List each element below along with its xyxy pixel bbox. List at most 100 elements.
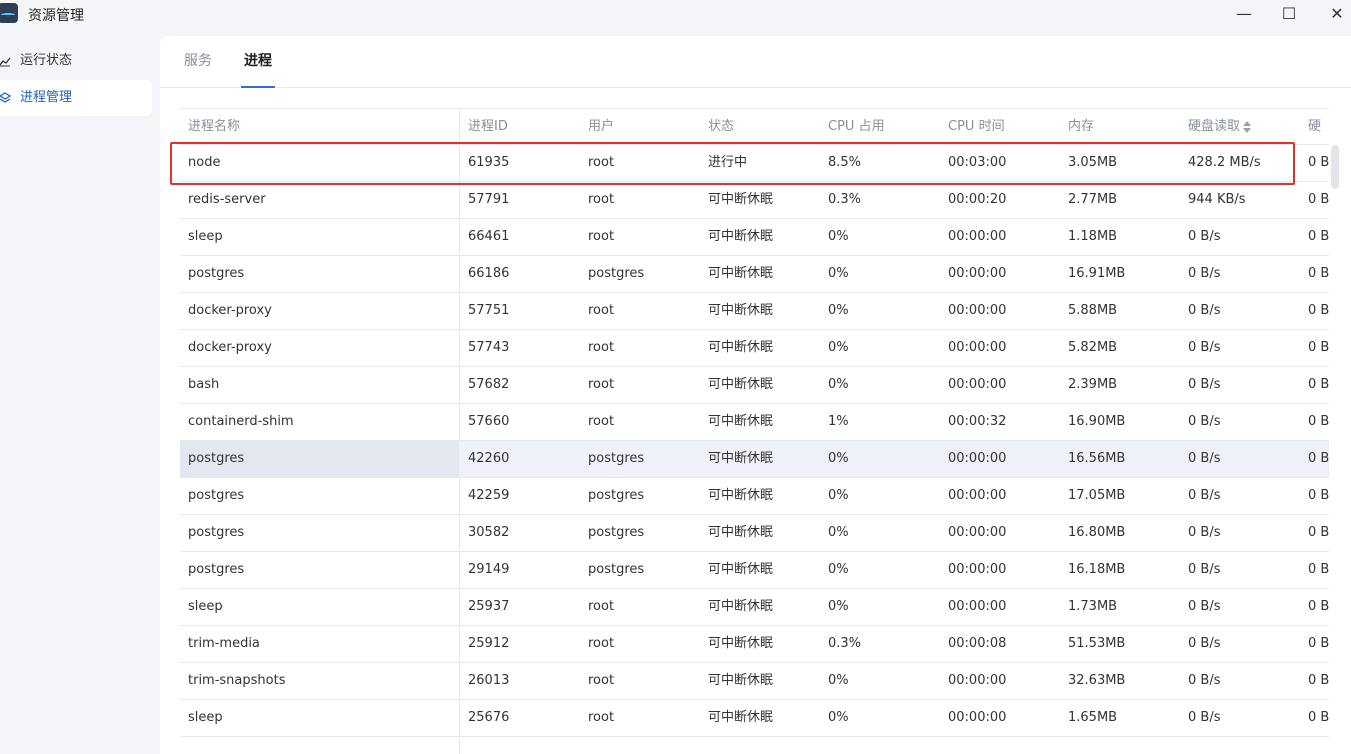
cell-cpu-time: 00:00:00 — [948, 451, 1007, 466]
cell-name: postgres — [188, 562, 245, 577]
cell-cpu-usage: 0% — [828, 562, 849, 577]
table-row[interactable]: postgres 42260 postgres 可中断休眠 0% 00:00:00 16.5… — [180, 441, 1330, 478]
tab-services[interactable]: 服务 — [184, 36, 212, 88]
table-row[interactable]: sleep 66461 root 可中断休眠 0% 00:00:00 1.18MB 0 B/s… — [180, 219, 1330, 256]
cell-state: 可中断休眠 — [708, 229, 774, 244]
column-header-user[interactable]: 用户 — [588, 109, 614, 145]
table-row[interactable]: sleep 25676 root 可中断休眠 0% 00:00:00 1.65MB 0 B/s… — [180, 700, 1330, 737]
cell-name: trim-media — [188, 636, 260, 651]
cell-pid: 25937 — [468, 599, 510, 614]
cell-disk-write: 0 B/ — [1308, 710, 1330, 725]
sidebar-item-status[interactable]: 运行状态 — [0, 43, 152, 79]
app-icon — [0, 3, 18, 23]
scrollbar-track[interactable] — [1329, 108, 1351, 754]
cell-cpu-time: 00:00:00 — [948, 266, 1007, 281]
table-row[interactable]: redis-server 57791 root 可中断休眠 0.3% 00:00:20 2.… — [180, 182, 1330, 219]
cell-disk-write: 0 B/ — [1308, 303, 1330, 318]
cell-pid: 66461 — [468, 229, 510, 244]
cell-memory: 1.73MB — [1068, 599, 1118, 614]
cell-state: 可中断休眠 — [708, 377, 774, 392]
cell-disk-write: 0 B/ — [1308, 636, 1330, 651]
table-row[interactable]: postgres 30582 postgres 可中断休眠 0% 00:00:00 16.8… — [180, 515, 1330, 552]
cell-memory: 5.88MB — [1068, 303, 1118, 318]
minimize-button[interactable]: — — [1230, 2, 1258, 26]
table-row[interactable]: node 61935 root 进行中 8.5% 00:03:00 3.05MB 428.2 … — [180, 145, 1330, 182]
cell-cpu-usage: 0% — [828, 488, 849, 503]
cell-disk-write: 0 B/ — [1308, 340, 1330, 355]
cell-disk-read: 0 B/s — [1188, 340, 1221, 355]
cell-user: postgres — [588, 266, 645, 281]
close-button[interactable]: ✕ — [1323, 2, 1351, 26]
cell-user: root — [588, 414, 615, 429]
column-header-disk-write[interactable]: 硬 — [1308, 109, 1321, 145]
cell-pid: 57743 — [468, 340, 510, 355]
tab-bar: 服务 进程 — [160, 36, 1351, 88]
cell-pid: 26013 — [468, 673, 510, 688]
table-row[interactable]: docker-proxy 57751 root 可中断休眠 0% 00:00:00 5.88… — [180, 293, 1330, 330]
cell-cpu-time: 00:00:00 — [948, 562, 1007, 577]
cell-state: 可中断休眠 — [708, 710, 774, 725]
cell-user: root — [588, 377, 615, 392]
cell-cpu-time: 00:00:08 — [948, 636, 1007, 651]
column-header-memory[interactable]: 内存 — [1068, 109, 1094, 145]
cell-memory: 32.63MB — [1068, 673, 1126, 688]
table-row[interactable]: trim-media 25912 root 可中断休眠 0.3% 00:00:08 51.5… — [180, 626, 1330, 663]
cell-pid: 57751 — [468, 303, 510, 318]
cell-name: sleep — [188, 599, 223, 614]
cell-state: 可中断休眠 — [708, 488, 774, 503]
cell-disk-write: 0 B/ — [1308, 377, 1330, 392]
table-row[interactable]: sleep 25937 root 可中断休眠 0% 00:00:00 1.73MB 0 B/s… — [180, 589, 1330, 626]
cell-disk-read: 0 B/s — [1188, 266, 1221, 281]
cell-name: sleep — [188, 229, 223, 244]
cell-cpu-usage: 0.3% — [828, 192, 862, 207]
maximize-button[interactable]: ☐ — [1275, 2, 1303, 26]
cell-cpu-usage: 0% — [828, 377, 849, 392]
cell-state: 可中断休眠 — [708, 673, 774, 688]
cell-name: bash — [188, 377, 220, 392]
column-header-disk-read[interactable]: 硬盘读取 — [1188, 109, 1252, 145]
column-header-cpu-time[interactable]: CPU 时间 — [948, 109, 1005, 145]
cell-state: 可中断休眠 — [708, 303, 774, 318]
cell-name: sleep — [188, 710, 223, 725]
cell-cpu-time: 00:00:00 — [948, 303, 1007, 318]
cell-user: postgres — [588, 525, 645, 540]
cell-user: root — [588, 229, 615, 244]
layers-icon — [0, 80, 12, 116]
cell-disk-read: 944 KB/s — [1188, 192, 1246, 207]
cell-user: root — [588, 340, 615, 355]
table-row[interactable]: postgres 42259 postgres 可中断休眠 0% 00:00:00 17.0… — [180, 478, 1330, 515]
table-row[interactable]: docker-proxy 57743 root 可中断休眠 0% 00:00:00 5.82… — [180, 330, 1330, 367]
cell-state: 可中断休眠 — [708, 340, 774, 355]
cell-name: postgres — [188, 451, 245, 466]
cell-disk-read: 0 B/s — [1188, 525, 1221, 540]
table-row[interactable]: bash 57682 root 可中断休眠 0% 00:00:00 2.39MB 0 B/s 0… — [180, 367, 1330, 404]
column-header-cpu-usage[interactable]: CPU 占用 — [828, 109, 885, 145]
sort-icon[interactable] — [1243, 120, 1252, 133]
column-header-state[interactable]: 状态 — [708, 109, 734, 145]
cell-memory: 1.65MB — [1068, 710, 1118, 725]
table-row[interactable]: containerd-shim 57660 root 可中断休眠 1% 00:00:32 1… — [180, 404, 1330, 441]
cell-pid: 57660 — [468, 414, 510, 429]
cell-memory: 2.39MB — [1068, 377, 1118, 392]
cell-cpu-time: 00:00:00 — [948, 525, 1007, 540]
cell-disk-write: 0 B/ — [1308, 525, 1330, 540]
cell-disk-read: 0 B/s — [1188, 451, 1221, 466]
sidebar-item-process[interactable]: 进程管理 — [0, 80, 152, 116]
scrollbar-thumb[interactable] — [1331, 145, 1339, 189]
cell-disk-write: 0 B/ — [1308, 266, 1330, 281]
cell-cpu-usage: 0.3% — [828, 636, 862, 651]
column-header-pid[interactable]: 进程ID — [468, 109, 508, 145]
cell-cpu-usage: 0% — [828, 451, 849, 466]
cell-cpu-usage: 0% — [828, 229, 849, 244]
table-row[interactable]: trim-snapshots 26013 root 可中断休眠 0% 00:00:00 32… — [180, 663, 1330, 700]
column-header-name[interactable]: 进程名称 — [188, 109, 240, 145]
table-row[interactable]: postgres 29149 postgres 可中断休眠 0% 00:00:00 16.1… — [180, 552, 1330, 589]
cell-memory: 16.18MB — [1068, 562, 1126, 577]
table-row[interactable]: postgres 66186 postgres 可中断休眠 0% 00:00:00 16.9… — [180, 256, 1330, 293]
cell-memory: 3.05MB — [1068, 155, 1118, 170]
tab-processes[interactable]: 进程 — [241, 36, 275, 88]
cell-user: root — [588, 636, 615, 651]
cell-disk-write: 0 B/ — [1308, 192, 1330, 207]
cell-cpu-usage: 0% — [828, 599, 849, 614]
sidebar: 运行状态 进程管理 — [0, 36, 160, 754]
